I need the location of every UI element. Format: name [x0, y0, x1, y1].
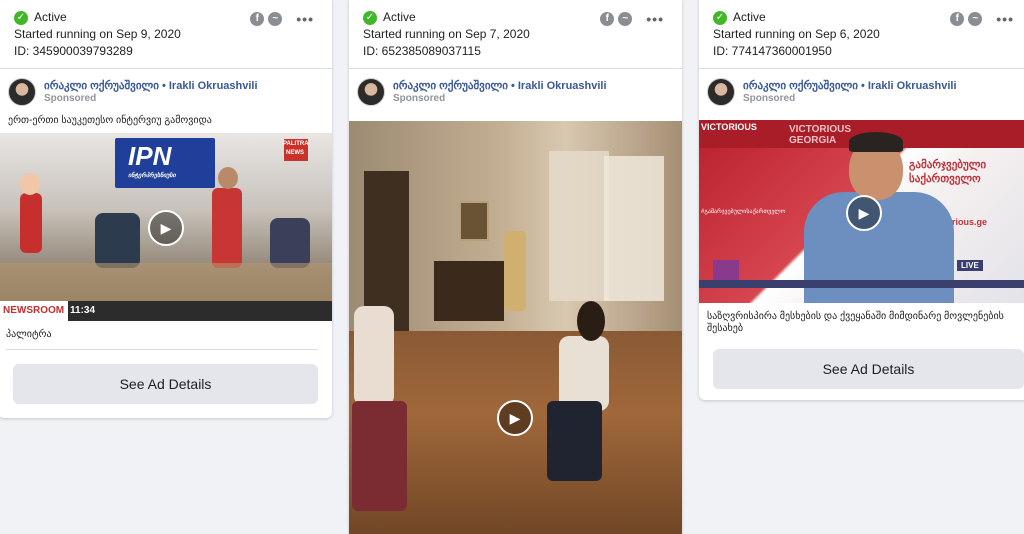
start-date: Started running on Sep 7, 2020	[363, 27, 530, 41]
facebook-icon: f	[950, 12, 965, 26]
ad-card-2: ✓ Active Started running on Sep 7, 2020 …	[349, 0, 682, 534]
start-date: Started running on Sep 9, 2020	[14, 27, 181, 41]
hashtag: #გამარჯვებულისაქართველო	[701, 209, 786, 215]
divider	[6, 349, 318, 350]
ad-card-header: ✓ Active Started running on Sep 7, 2020 …	[349, 0, 682, 69]
messenger-icon: ~	[618, 12, 633, 26]
sponsored-label: Sponsored	[44, 92, 97, 104]
page-name[interactable]: ირაკლი ოქრუაშვილი • Irakli Okruashvili	[743, 80, 957, 93]
live-badge: LIVE	[957, 260, 983, 271]
more-options-icon[interactable]: •••	[296, 12, 314, 26]
page-name[interactable]: ირაკლი ოქრუაშვილი • Irakli Okruashvili	[44, 80, 258, 93]
victorious-brand: VICTORIOUS	[789, 124, 852, 135]
see-ad-details-button[interactable]: See Ad Details	[13, 364, 318, 404]
page-info: ირაკლი ოქრუაშვილი • Irakli Okruashvili S…	[349, 69, 682, 108]
play-icon[interactable]: ▶	[148, 210, 184, 246]
ad-video[interactable]: IPN ინტერპრესნიუსი PALITRA NEWS NEWSROOM…	[0, 133, 332, 321]
facebook-icon: f	[600, 12, 615, 26]
ipn-logo: IPN	[128, 141, 172, 171]
check-icon: ✓	[363, 10, 377, 25]
avatar[interactable]	[357, 78, 385, 106]
play-icon[interactable]: ▶	[497, 400, 533, 436]
newsroom-label: NEWSROOM	[3, 305, 65, 316]
page-name[interactable]: ირაკლი ოქრუაშვილი • Irakli Okruashvili	[393, 80, 607, 93]
victorious-top-left: VICTORIOUS	[701, 122, 757, 132]
ad-id: ID: 345900039793289	[14, 44, 133, 58]
time-label: 11:34	[70, 305, 96, 316]
more-options-icon[interactable]: •••	[646, 12, 664, 26]
ad-id: ID: 774147360001950	[713, 44, 832, 58]
headline: გამარჯვებული საქართველო	[909, 159, 987, 185]
more-options-icon[interactable]: •••	[996, 12, 1014, 26]
ad-caption: საზღვრისპირა მესხების და ქვეყანაში მიმდი…	[707, 311, 1004, 334]
ad-card-header: ✓ Active Started running on Sep 9, 2020 …	[0, 0, 332, 69]
ad-caption: პალიტრა	[6, 329, 52, 340]
status-label: Active	[383, 10, 416, 24]
see-ad-details-button[interactable]: See Ad Details	[713, 349, 1024, 389]
status-label: Active	[733, 10, 766, 24]
ad-card-header: ✓ Active Started running on Sep 6, 2020 …	[699, 0, 1024, 69]
palitra-brand: PALITRA	[283, 141, 309, 147]
avatar[interactable]	[707, 78, 735, 106]
platform-icons: f ~ •••	[250, 12, 314, 26]
play-icon[interactable]: ▶	[846, 195, 882, 231]
palitra-brand-sub: NEWS	[286, 150, 304, 156]
sponsored-label: Sponsored	[743, 92, 796, 104]
victorious-brand-line2: GEORGIA	[789, 135, 837, 146]
ad-video[interactable]: ▶	[349, 121, 682, 534]
avatar[interactable]	[8, 78, 36, 106]
ad-card-3: ✓ Active Started running on Sep 6, 2020 …	[699, 0, 1024, 400]
ad-video[interactable]: VICTORIOUS VICTORIOUS GEORGIA გამარჯვებუ…	[699, 120, 1024, 303]
check-icon: ✓	[713, 10, 727, 25]
page-info: ირაკლი ოქრუაშვილი • Irakli Okruashvili S…	[699, 69, 1024, 108]
ad-id: ID: 652385089037115	[363, 44, 481, 58]
platform-icons: f ~ •••	[600, 12, 664, 26]
messenger-icon: ~	[968, 12, 983, 26]
ad-card-1: ✓ Active Started running on Sep 9, 2020 …	[0, 0, 332, 418]
facebook-icon: f	[250, 12, 265, 26]
ad-body-text: ერთ-ერთი საუკეთესო ინტერვიუ გამოვიდა	[8, 115, 212, 126]
platform-icons: f ~ •••	[950, 12, 1014, 26]
start-date: Started running on Sep 6, 2020	[713, 27, 880, 41]
page-info: ირაკლი ოქრუაშვილი • Irakli Okruashvili S…	[0, 69, 332, 108]
messenger-icon: ~	[268, 12, 283, 26]
check-icon: ✓	[14, 10, 28, 25]
ipn-logo-sub: ინტერპრესნიუსი	[128, 173, 176, 179]
sponsored-label: Sponsored	[393, 92, 446, 104]
status-label: Active	[34, 10, 67, 24]
